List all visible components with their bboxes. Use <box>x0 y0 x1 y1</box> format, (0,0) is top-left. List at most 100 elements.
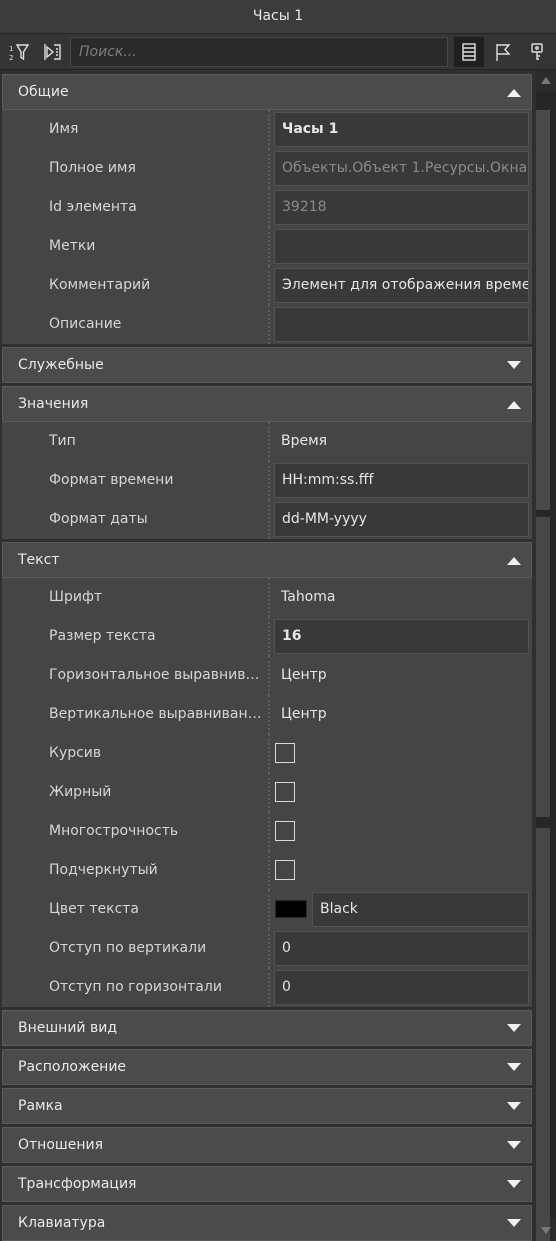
divider <box>268 890 270 929</box>
row-label: Полное имя <box>49 160 136 176</box>
section-appearance[interactable]: Внешний вид <box>2 1010 532 1046</box>
divider <box>268 461 270 500</box>
chevron-down-icon <box>507 1141 521 1149</box>
divider <box>268 695 270 734</box>
row-text-color: Цвет текста Black <box>2 890 532 929</box>
scroll-thumb[interactable] <box>536 110 550 510</box>
list-view-button[interactable] <box>454 37 484 67</box>
search-input[interactable]: Поиск... <box>70 37 448 67</box>
key-button[interactable] <box>522 37 552 67</box>
section-relations[interactable]: Отношения <box>2 1127 532 1163</box>
vertical-scrollbar[interactable] <box>536 70 556 1241</box>
chevron-up-icon <box>507 89 521 97</box>
divider <box>268 578 270 617</box>
section-service[interactable]: Служебные <box>2 347 532 383</box>
section-values[interactable]: Значения <box>2 386 532 422</box>
row-h-padding: Отступ по горизонтали 0 <box>2 968 532 1007</box>
row-label: Id элемента <box>49 199 137 215</box>
tags-field[interactable] <box>274 229 529 264</box>
v-padding-field[interactable]: 0 <box>274 931 529 966</box>
row-h-align: Горизонтальное выравнива... Центр <box>2 656 532 695</box>
italic-checkbox[interactable] <box>275 743 295 763</box>
row-italic: Курсив <box>2 734 532 773</box>
color-swatch[interactable] <box>275 900 307 918</box>
element-id-field[interactable]: 39218 <box>274 190 529 225</box>
h-align-value[interactable]: Центр <box>274 658 529 693</box>
scroll-thumb-segment[interactable] <box>536 517 550 817</box>
section-text[interactable]: Текст <box>2 542 532 578</box>
scroll-track[interactable] <box>536 92 556 1241</box>
divider <box>268 617 270 656</box>
row-text-size: Размер текста 16 <box>2 617 532 656</box>
chevron-down-icon <box>507 1102 521 1110</box>
divider <box>268 812 270 851</box>
bold-checkbox[interactable] <box>275 782 295 802</box>
font-value[interactable]: Tahoma <box>274 580 529 615</box>
row-font: Шрифт Tahoma <box>2 578 532 617</box>
divider <box>268 968 270 1007</box>
divider <box>268 149 270 188</box>
row-label: Жирный <box>49 784 112 800</box>
flag-button[interactable] <box>488 37 518 67</box>
scroll-thumb-segment[interactable] <box>536 828 550 1241</box>
comment-field[interactable]: Элемент для отображения времени <box>274 268 529 303</box>
section-title: Значения <box>18 396 89 412</box>
row-label: Комментарий <box>49 277 151 293</box>
row-label: Многострочность <box>49 823 179 839</box>
row-label: Отступ по вертикали <box>49 940 207 956</box>
toolbar: 1 2 Поиск... <box>0 34 556 70</box>
divider <box>268 266 270 305</box>
sort-button[interactable] <box>37 37 67 67</box>
row-name: Имя Часы 1 <box>2 110 532 149</box>
name-field[interactable]: Часы 1 <box>274 112 529 147</box>
section-title: Внешний вид <box>18 1020 118 1036</box>
divider <box>268 773 270 812</box>
section-keyboard[interactable]: Клавиатура <box>2 1205 532 1241</box>
row-time-format: Формат времени HH:mm:ss.fff <box>2 461 532 500</box>
multiline-checkbox[interactable] <box>275 821 295 841</box>
chevron-down-icon <box>507 1219 521 1227</box>
row-label: Метки <box>49 238 96 254</box>
row-label: Подчеркнутый <box>49 862 158 878</box>
type-value[interactable]: Время <box>274 424 529 459</box>
v-align-value[interactable]: Центр <box>274 697 529 732</box>
chevron-up-icon <box>507 401 521 409</box>
scroll-up-icon[interactable] <box>541 76 551 84</box>
section-frame[interactable]: Рамка <box>2 1088 532 1124</box>
text-color-field[interactable]: Black <box>312 892 529 927</box>
description-field[interactable] <box>274 307 529 342</box>
row-label: Имя <box>49 121 79 137</box>
row-label: Курсив <box>49 745 102 761</box>
time-format-field[interactable]: HH:mm:ss.fff <box>274 463 529 498</box>
row-label: Формат времени <box>49 472 174 488</box>
chevron-down-icon <box>507 1180 521 1188</box>
window-title: Часы 1 <box>0 0 556 34</box>
section-location[interactable]: Расположение <box>2 1049 532 1085</box>
section-general[interactable]: Общие <box>2 74 532 110</box>
scroll-down-icon[interactable] <box>541 1227 551 1235</box>
chevron-down-icon <box>507 1024 521 1032</box>
section-title: Служебные <box>18 357 104 373</box>
property-grid: Общие Имя Часы 1 Полное имя Объекты.Объе… <box>0 70 536 1241</box>
row-label: Отступ по горизонтали <box>49 979 222 995</box>
section-transformation[interactable]: Трансформация <box>2 1166 532 1202</box>
row-multiline: Многострочность <box>2 812 532 851</box>
flag-icon <box>496 44 511 61</box>
h-padding-field[interactable]: 0 <box>274 970 529 1005</box>
key-icon <box>531 43 543 60</box>
row-label: Формат даты <box>49 511 148 527</box>
underline-checkbox[interactable] <box>275 860 295 880</box>
divider <box>268 929 270 968</box>
filter-button[interactable]: 1 2 <box>4 37 34 67</box>
section-title: Общие <box>18 84 69 100</box>
row-v-align: Вертикальное выравнивани... Центр <box>2 695 532 734</box>
divider <box>268 851 270 890</box>
divider <box>268 734 270 773</box>
row-label: Размер текста <box>49 628 156 644</box>
text-size-field[interactable]: 16 <box>274 619 529 654</box>
full-name-field[interactable]: Объекты.Объект 1.Ресурсы.Окна.Окно <box>274 151 529 186</box>
list-view-icon <box>462 43 476 61</box>
svg-text:1: 1 <box>9 45 13 53</box>
date-format-field[interactable]: dd-MM-yyyy <box>274 502 529 537</box>
row-label: Шрифт <box>49 589 103 605</box>
